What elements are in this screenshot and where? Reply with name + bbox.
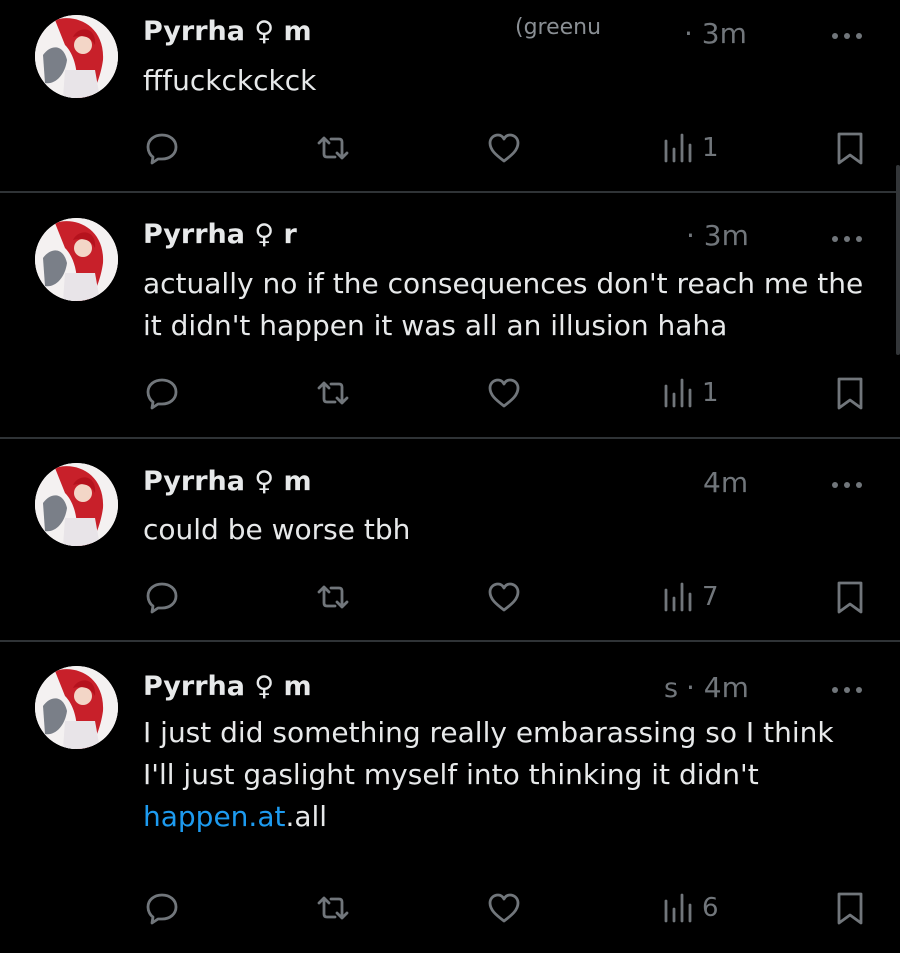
- repost-icon[interactable]: [315, 579, 351, 615]
- author-handle[interactable]: s: [664, 673, 678, 704]
- reply-icon[interactable]: [144, 579, 180, 615]
- views-icon[interactable]: [660, 580, 696, 616]
- heart-icon[interactable]: [486, 375, 522, 411]
- post-text-tail: .all: [285, 800, 328, 833]
- timeline-feed: Pyrrha ♀ m (greenu · 3m fffuckckckck 1 P…: [0, 0, 900, 953]
- post-timestamp[interactable]: 4m: [703, 466, 748, 499]
- bookmark-icon[interactable]: [832, 890, 868, 926]
- views-count: 1: [702, 133, 719, 163]
- bookmark-icon[interactable]: [832, 375, 868, 411]
- post-link[interactable]: happen.at: [143, 800, 285, 833]
- post-timestamp[interactable]: · 4m: [686, 671, 749, 704]
- avatar[interactable]: [35, 15, 118, 98]
- reply-icon[interactable]: [144, 375, 180, 411]
- scrollbar[interactable]: [896, 165, 900, 355]
- post-1[interactable]: Pyrrha ♀ m (greenu · 3m fffuckckckck 1: [0, 0, 900, 192]
- repost-icon[interactable]: [315, 375, 351, 411]
- post-text: I just did something really embarassing …: [143, 712, 873, 838]
- repost-icon[interactable]: [315, 890, 351, 926]
- views-icon[interactable]: [660, 376, 696, 412]
- avatar[interactable]: [35, 463, 118, 546]
- post-text: actually no if the consequences don't re…: [143, 263, 873, 347]
- post-timestamp[interactable]: · 3m: [684, 17, 747, 50]
- views-icon[interactable]: [660, 131, 696, 167]
- author-name[interactable]: Pyrrha ♀ m: [143, 16, 312, 47]
- post-timestamp[interactable]: · 3m: [686, 219, 749, 252]
- reply-icon[interactable]: [144, 130, 180, 166]
- author-name[interactable]: Pyrrha ♀ r: [143, 219, 297, 250]
- more-icon[interactable]: [832, 685, 862, 695]
- post-text: fffuckckckck: [143, 60, 873, 102]
- heart-icon[interactable]: [486, 890, 522, 926]
- post-text-content: could be worse tbh: [143, 513, 411, 546]
- views-icon[interactable]: [660, 891, 696, 927]
- author-name[interactable]: Pyrrha ♀ m: [143, 466, 312, 497]
- author-handle[interactable]: (greenu: [515, 15, 601, 40]
- views-count: 6: [702, 893, 719, 923]
- post-text-content: actually no if the consequences don't re…: [143, 267, 864, 342]
- repost-icon[interactable]: [315, 130, 351, 166]
- post-text-content: I just did something really embarassing …: [143, 716, 834, 791]
- author-name[interactable]: Pyrrha ♀ m: [143, 671, 312, 702]
- reply-icon[interactable]: [144, 890, 180, 926]
- heart-icon[interactable]: [486, 130, 522, 166]
- more-icon[interactable]: [832, 31, 862, 41]
- post-text-content: fffuckckckck: [143, 64, 317, 97]
- bookmark-icon[interactable]: [832, 579, 868, 615]
- views-count: 1: [702, 378, 719, 408]
- post-text: could be worse tbh: [143, 509, 873, 551]
- post-3[interactable]: Pyrrha ♀ m 4m could be worse tbh 7: [0, 439, 900, 640]
- avatar[interactable]: [35, 666, 118, 749]
- avatar[interactable]: [35, 218, 118, 301]
- heart-icon[interactable]: [486, 579, 522, 615]
- post-4[interactable]: Pyrrha ♀ m s · 4m I just did something r…: [0, 642, 900, 953]
- views-count: 7: [702, 582, 719, 612]
- bookmark-icon[interactable]: [832, 130, 868, 166]
- more-icon[interactable]: [832, 480, 862, 490]
- post-2[interactable]: Pyrrha ♀ r · 3m actually no if the conse…: [0, 192, 900, 437]
- more-icon[interactable]: [832, 234, 862, 244]
